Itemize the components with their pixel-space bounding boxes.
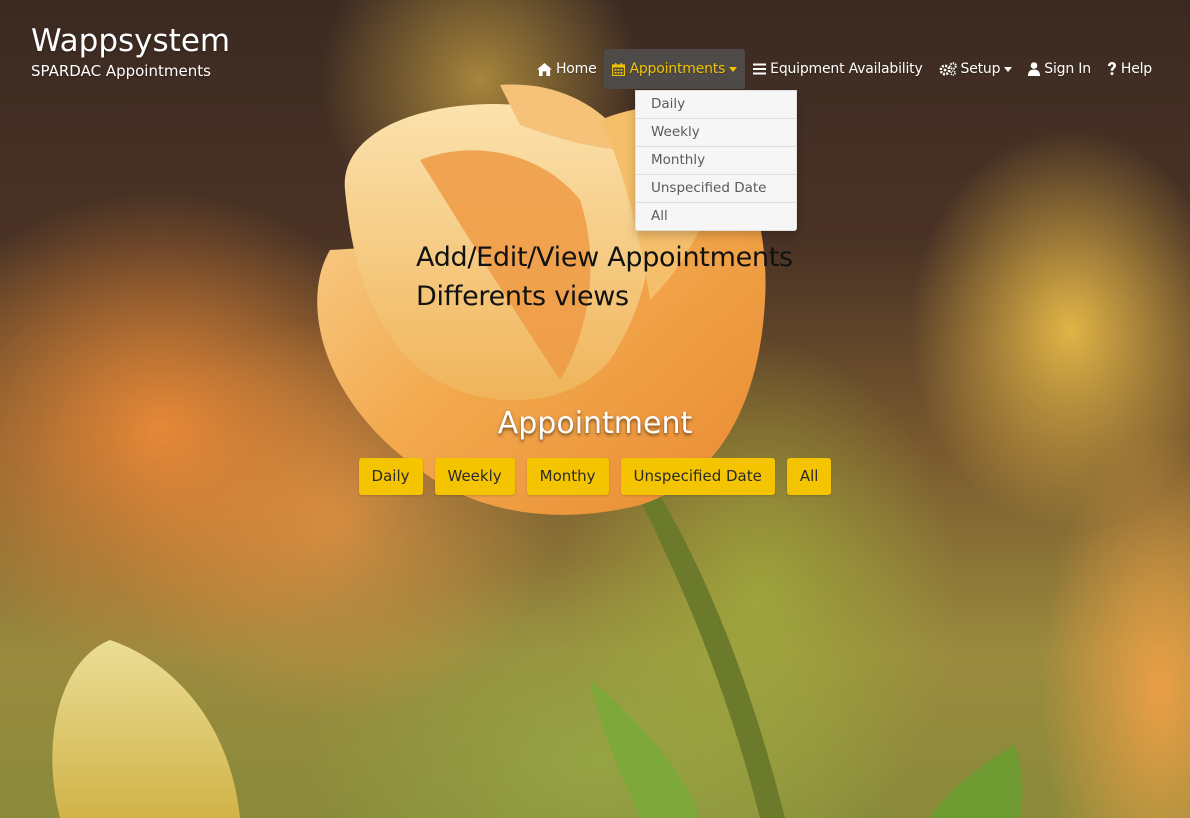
dropdown-item-unspecified-date[interactable]: Unspecified Date [636,175,796,203]
nav-item-help[interactable]: Help [1099,49,1160,89]
calendar-icon [612,62,626,76]
unspecified-date-button[interactable]: Unspecified Date [620,458,775,495]
dropdown-item-weekly[interactable]: Weekly [636,119,796,147]
annotation-text: Add/Edit/View Appointments Differents vi… [416,238,793,316]
chevron-down-icon [729,66,738,72]
appointments-dropdown-menu: Daily Weekly Monthly Unspecified Date Al… [635,90,797,231]
nav-item-home[interactable]: Home [529,49,605,89]
nav-label-home: Home [555,61,597,77]
brand-title[interactable]: Wappsystem [31,22,230,60]
brand[interactable]: Wappsystem SPARDAC Appointments [31,22,230,81]
gears-icon [939,62,957,76]
nav-item-sign-in[interactable]: Sign In [1020,49,1099,89]
nav-label-setup: Setup [960,61,1001,77]
nav-label-appointments: Appointments [629,61,726,77]
dropdown-item-monthly[interactable]: Monthly [636,147,796,175]
main-nav: Home Appointments Equipment Availability [529,49,1160,89]
annotation-line-1: Add/Edit/View Appointments [416,242,793,273]
view-button-group: Daily Weekly Monthy Unspecified Date All [0,458,1190,495]
nav-label-equipment-availability: Equipment Availability [770,61,923,77]
monthly-button[interactable]: Monthy [526,458,609,495]
nav-label-sign-in: Sign In [1044,61,1091,77]
brand-subtitle: SPARDAC Appointments [31,62,211,80]
all-button[interactable]: All [786,458,832,495]
nav-item-setup[interactable]: Setup [931,49,1021,89]
section-title: Appointment [497,406,693,441]
page: Wappsystem SPARDAC Appointments Home App… [0,0,1190,818]
nav-item-equipment-availability[interactable]: Equipment Availability [745,49,930,89]
dropdown-item-all[interactable]: All [636,203,796,230]
daily-button[interactable]: Daily [358,458,423,495]
home-icon [537,62,552,76]
question-icon [1107,62,1117,76]
annotation-line-2: Differents views [416,281,629,312]
weekly-button[interactable]: Weekly [434,458,515,495]
dropdown-item-daily[interactable]: Daily [636,91,796,119]
nav-item-appointments[interactable]: Appointments [604,49,746,89]
user-icon [1028,62,1041,76]
chevron-down-icon [1004,66,1013,72]
nav-label-help: Help [1120,61,1152,77]
list-icon [753,63,767,75]
